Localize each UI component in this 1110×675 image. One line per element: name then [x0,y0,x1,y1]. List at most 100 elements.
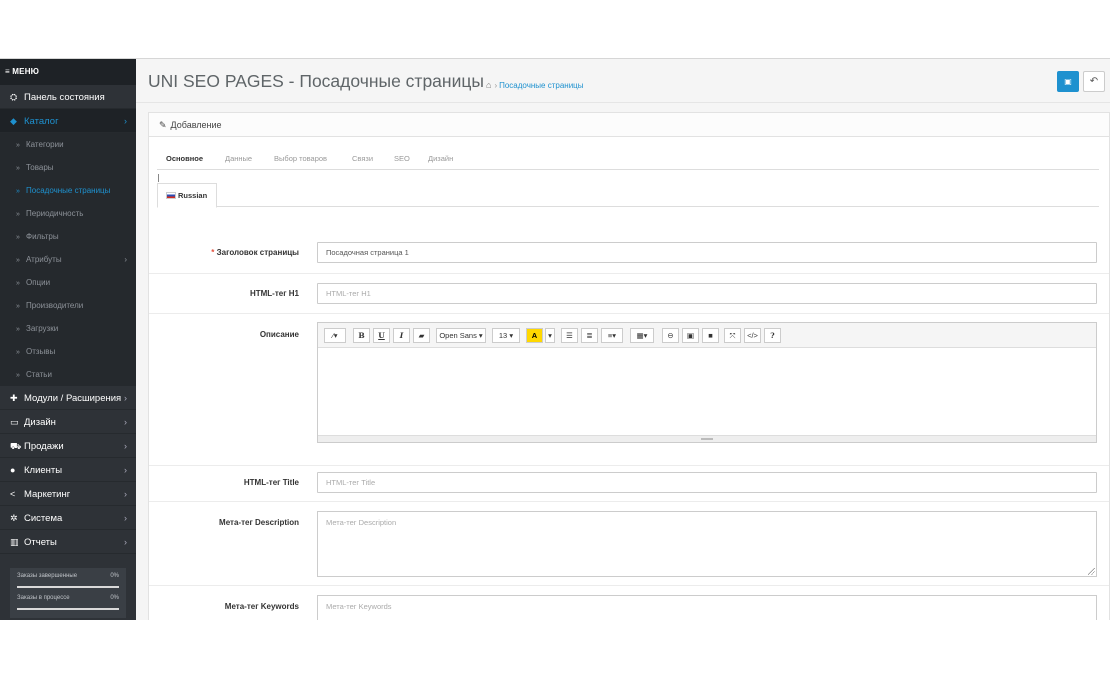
sidebar-subitem-downloads[interactable]: » Загрузки [0,317,136,340]
textarea-placeholder: Мета-тег Keywords [326,602,392,611]
tab-products[interactable]: Выбор товаров [274,150,327,170]
align-icon[interactable]: ≡▾ [601,328,623,343]
sidebar-subitem-reviews[interactable]: » Отзывы [0,340,136,363]
form-tabs: Основное Данные Выбор товаров Связи SEO … [157,150,1099,170]
breadcrumb: ⌂ › Посадочные страницы [486,80,584,90]
resize-grip-icon [701,438,713,440]
eraser-icon[interactable]: ▰ [413,328,430,343]
sidebar-item-label: Модули / Расширения [24,393,122,404]
sidebar-item-reports[interactable]: ▥ Отчеты › [0,530,136,554]
sidebar-item-design[interactable]: ▭ Дизайн › [0,410,136,434]
italic-button[interactable]: I [393,328,410,343]
description-label: Описание [259,330,299,339]
double-chevron-icon: » [16,188,20,195]
code-view-icon[interactable]: </> [744,328,761,343]
bold-button[interactable]: B [353,328,370,343]
double-chevron-icon: » [16,280,20,287]
progress-bar [17,586,119,588]
double-chevron-icon: » [16,349,20,356]
magic-wand-icon[interactable]: ⁄▾ [324,328,346,343]
editor-resize-bar[interactable] [318,435,1096,442]
text-cursor [158,174,159,182]
sidebar-item-dashboard[interactable]: ⛭ Панель состояния [0,85,136,109]
chevron-right-icon: › [124,441,127,451]
subitem-label: Товары [26,163,54,172]
sidebar-subitem-manufacturers[interactable]: » Производители [0,294,136,317]
sidebar-item-system[interactable]: ✲ Система › [0,506,136,530]
sidebar-subitem-landing-pages[interactable]: » Посадочные страницы [0,179,136,202]
tab-links[interactable]: Связи [352,150,373,170]
sidebar-subitem-options[interactable]: » Опции [0,271,136,294]
meta-description-label: Мета-тег Description [219,518,299,527]
panel-title: Добавление [170,120,222,130]
sidebar-item-label: Клиенты [24,465,63,476]
font-size-select[interactable]: 13 ▾ [492,328,520,343]
underline-button[interactable]: U [373,328,390,343]
pencil-icon: ✎ [159,120,167,130]
subitem-label: Атрибуты [26,255,62,264]
h1-input[interactable]: HTML-тег H1 [317,283,1097,304]
sidebar-item-customers[interactable]: ● Клиенты › [0,458,136,482]
editor-toolbar: ⁄▾ B U I ▰ Open Sans ▾ 13 ▾ A ▾ ☰ ≣ ≡▾ ▦… [318,323,1096,348]
sidebar-item-marketing[interactable]: < Маркетинг › [0,482,136,506]
main-content: UNI SEO PAGES - Посадочные страницы ⌂ › По… [136,59,1110,620]
textarea-placeholder: Мета-тег Description [326,518,397,527]
sidebar-subitem-articles[interactable]: » Статьи [0,363,136,386]
ordered-list-icon[interactable]: ≣ [581,328,598,343]
breadcrumb-link[interactable]: Посадочные страницы [499,81,583,90]
double-chevron-icon: » [16,211,20,218]
table-icon[interactable]: ▦▾ [630,328,654,343]
sidebar-item-catalog[interactable]: ◆ Каталог › [0,109,136,133]
subitem-label: Категории [26,140,64,149]
tab-general[interactable]: Основное [166,150,203,170]
stat-value: 0% [110,595,119,601]
sidebar-subitem-recurring[interactable]: » Периодичность [0,202,136,225]
puzzle-icon: ✚ [10,393,18,403]
share-icon: < [10,489,16,499]
subitem-label: Отзывы [26,347,56,356]
image-icon[interactable]: ▣ [682,328,699,343]
tab-design[interactable]: Дизайн [428,150,453,170]
sidebar-subitem-attributes[interactable]: » Атрибуты › [0,248,136,271]
video-icon[interactable]: ■ [702,328,719,343]
reply-icon: ↶ [1089,76,1099,87]
monitor-icon: ▭ [10,417,19,427]
sidebar-item-label: Система [24,513,63,524]
tab-language-russian[interactable]: Russian [157,183,217,208]
chevron-right-icon: › [124,393,127,403]
page-header: UNI SEO PAGES - Посадочные страницы ⌂ › По… [136,59,1110,103]
subitem-label: Производители [26,301,84,310]
sidebar-item-label: Дизайн [24,417,56,428]
sidebar-item-sales[interactable]: ⛟ Продажи › [0,434,136,458]
label-text: Заголовок страницы [216,248,299,257]
link-icon[interactable]: ⊖ [662,328,679,343]
home-icon[interactable]: ⌂ [486,80,491,90]
page-title-input[interactable]: Посадочная страница 1 [317,242,1097,263]
resize-handle-icon[interactable] [1088,568,1095,575]
sidebar-subitem-products[interactable]: » Товары [0,156,136,179]
chevron-down-icon[interactable]: ▾ [545,328,555,343]
progress-bar [17,608,119,610]
sidebar-subitem-categories[interactable]: » Категории [0,133,136,156]
font-family-select[interactable]: Open Sans ▾ [436,328,486,343]
form-row-page-title: * Заголовок страницы Посадочная страница… [149,228,1109,274]
tab-data[interactable]: Данные [225,150,252,170]
meta-description-textarea[interactable]: Мета-тег Description [317,511,1097,577]
sidebar-item-label: Каталог [24,116,59,127]
meta-keywords-textarea[interactable]: Мета-тег Keywords [317,595,1097,620]
page-title-label: * Заголовок страницы [211,248,299,257]
fullscreen-icon[interactable]: ⤧ [724,328,741,343]
text-color-icon[interactable]: A [526,328,543,343]
sidebar-item-extensions[interactable]: ✚ Модули / Расширения › [0,386,136,410]
tab-seo[interactable]: SEO [394,150,410,170]
menu-header[interactable]: ≡ МЕНЮ [0,59,136,85]
title-tag-input[interactable]: HTML-тег Title [317,472,1097,493]
sidebar-subitem-filters[interactable]: » Фильтры [0,225,136,248]
russia-flag-icon [166,192,176,199]
back-button[interactable]: ↶ [1083,71,1105,92]
double-chevron-icon: » [16,372,20,379]
help-icon[interactable]: ? [764,328,781,343]
bullet-list-icon[interactable]: ☰ [561,328,578,343]
rich-text-editor[interactable]: ⁄▾ B U I ▰ Open Sans ▾ 13 ▾ A ▾ ☰ ≣ ≡▾ ▦… [317,322,1097,443]
save-button[interactable]: ▣ [1057,71,1079,92]
